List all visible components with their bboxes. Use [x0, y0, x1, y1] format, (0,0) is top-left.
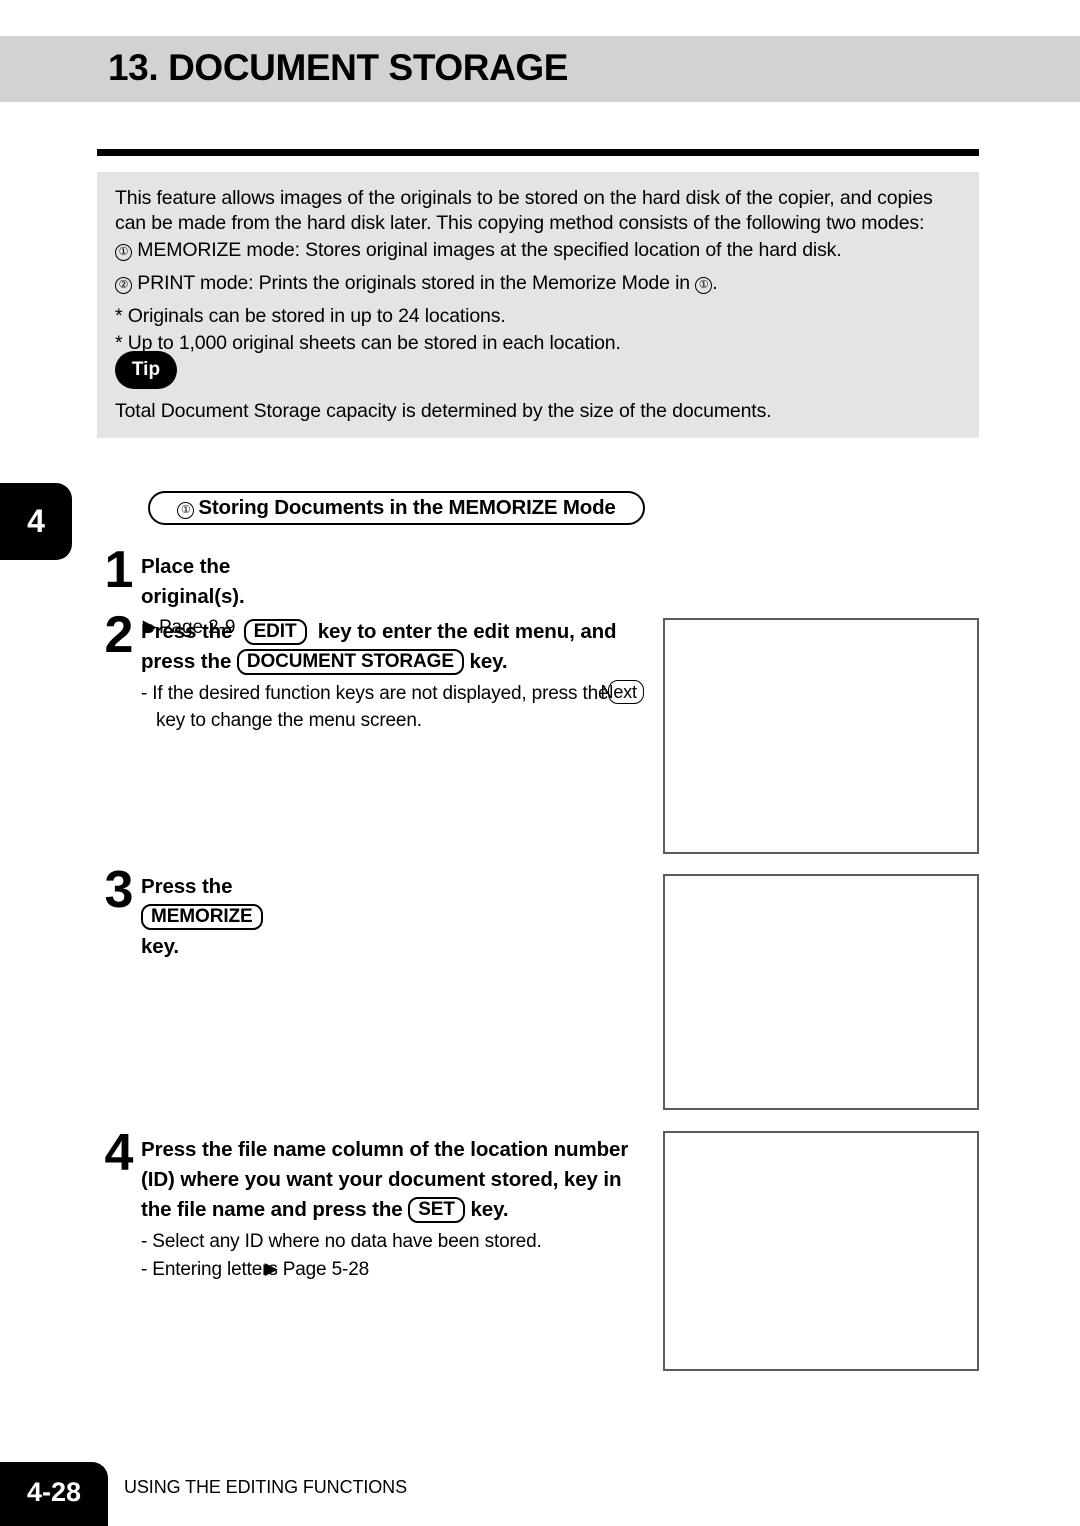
- step-2-body: Press the EDIT key to enter the edit men…: [141, 617, 649, 734]
- document-storage-key-label: DOCUMENT STORAGE: [236, 649, 464, 675]
- chapter-tab: 4: [0, 483, 72, 560]
- intro-mode-2: ② PRINT mode: Prints the originals store…: [115, 271, 965, 296]
- step-2-heading: Press the EDIT key to enter the edit men…: [141, 617, 649, 677]
- section-heading: ① Storing Documents in the MEMORIZE Mode: [148, 491, 645, 525]
- step-3-number: 3: [104, 861, 134, 919]
- step-4-number: 4: [104, 1124, 134, 1182]
- step-4-line-3: the file name and press the SET key.: [141, 1197, 509, 1223]
- step-2-line-1-pre: Press the: [141, 620, 233, 643]
- intro-panel: This feature allows images of the origin…: [97, 172, 979, 438]
- circled-number-1-inline-icon: ①: [695, 277, 713, 294]
- step-2-subnote-line-1: - If the desired function keys are not d…: [141, 680, 649, 707]
- step-4-subnote-line-2: - Entering letters▶ Page 5-28: [141, 1259, 370, 1280]
- intro-body: This feature allows images of the origin…: [115, 186, 965, 358]
- tip-badge: Tip: [115, 351, 177, 389]
- section-marker-icon: ①: [177, 502, 195, 519]
- header-divider-rule: [97, 149, 979, 156]
- step-2-line-2-pre: press the: [141, 650, 232, 673]
- intro-mode-2-text: PRINT mode: Prints the originals stored …: [137, 272, 690, 294]
- tip-text: Total Document Storage capacity is deter…: [115, 400, 772, 422]
- intro-paragraph: This feature allows images of the origin…: [115, 187, 933, 234]
- step-4-line-2: (ID) where you want your document stored…: [141, 1168, 622, 1191]
- step-2-subnote-line-2: key to change the menu screen.: [156, 710, 422, 731]
- page-title: 13. DOCUMENT STORAGE: [108, 47, 569, 88]
- step-4-page-ref: Page 5-28: [282, 1259, 370, 1280]
- step-3-body: Press the MEMORIZE key.: [141, 872, 263, 962]
- memorize-key-label: MEMORIZE: [141, 904, 263, 930]
- step-1-number: 1: [104, 541, 134, 599]
- step-2-line-2-post: key.: [469, 650, 508, 673]
- intro-mode-1: ① MEMORIZE mode: Stores original images …: [115, 238, 965, 263]
- edit-key-label: EDIT: [243, 619, 307, 645]
- step-4-subnote-line-1: - Select any ID where no data have been …: [141, 1231, 542, 1252]
- illustration-box-step3: [663, 874, 979, 1110]
- step-4-subnote-line-2-text: - Entering letters: [141, 1259, 278, 1280]
- step-4-line-1: Press the file name column of the locati…: [141, 1138, 629, 1161]
- circled-number-1-icon: ①: [115, 244, 132, 261]
- step-1-text: Place the original(s).: [141, 555, 245, 608]
- step-2-line-2: press the DOCUMENT STORAGE key.: [141, 647, 649, 677]
- illustration-box-step2: [663, 618, 979, 854]
- step-3-text-pre: Press the: [141, 875, 233, 898]
- step-4-heading: Press the file name column of the locati…: [141, 1135, 651, 1225]
- step-3-text-post: key.: [141, 935, 179, 958]
- section-heading-label: Storing Documents in the MEMORIZE Mode: [198, 496, 616, 519]
- step-4-line-3-post: key.: [470, 1198, 509, 1221]
- step-4-line-3-pre: the file name and press the: [141, 1198, 403, 1221]
- circled-number-2-icon: ②: [115, 277, 132, 294]
- set-key-label: SET: [408, 1197, 465, 1223]
- next-key-label: Next: [600, 680, 644, 704]
- step-3-heading: Press the MEMORIZE key.: [141, 872, 263, 962]
- step-2-subnote: - If the desired function keys are not d…: [141, 680, 649, 734]
- footer-page-tab: 4-28: [0, 1462, 108, 1526]
- intro-mode-2-period: .: [712, 272, 718, 294]
- footer-section-name: USING THE EDITING FUNCTIONS: [124, 1477, 407, 1497]
- step-2-line-1-post: key to enter the edit menu, and: [317, 620, 617, 643]
- step-2-line-1: Press the EDIT key to enter the edit men…: [141, 617, 649, 647]
- step-2-number: 2: [104, 606, 134, 664]
- intro-note-2: * Up to 1,000 original sheets can be sto…: [115, 332, 621, 354]
- step-2-subnote-text: - If the desired function keys are not d…: [141, 683, 609, 704]
- illustration-box-step4: [663, 1131, 979, 1371]
- intro-note-1: * Originals can be stored in up to 24 lo…: [115, 305, 506, 327]
- intro-mode-1-text: MEMORIZE mode: Stores original images at…: [137, 239, 842, 261]
- step-4-body: Press the file name column of the locati…: [141, 1135, 651, 1283]
- step-4-subnote: - Select any ID where no data have been …: [141, 1228, 651, 1283]
